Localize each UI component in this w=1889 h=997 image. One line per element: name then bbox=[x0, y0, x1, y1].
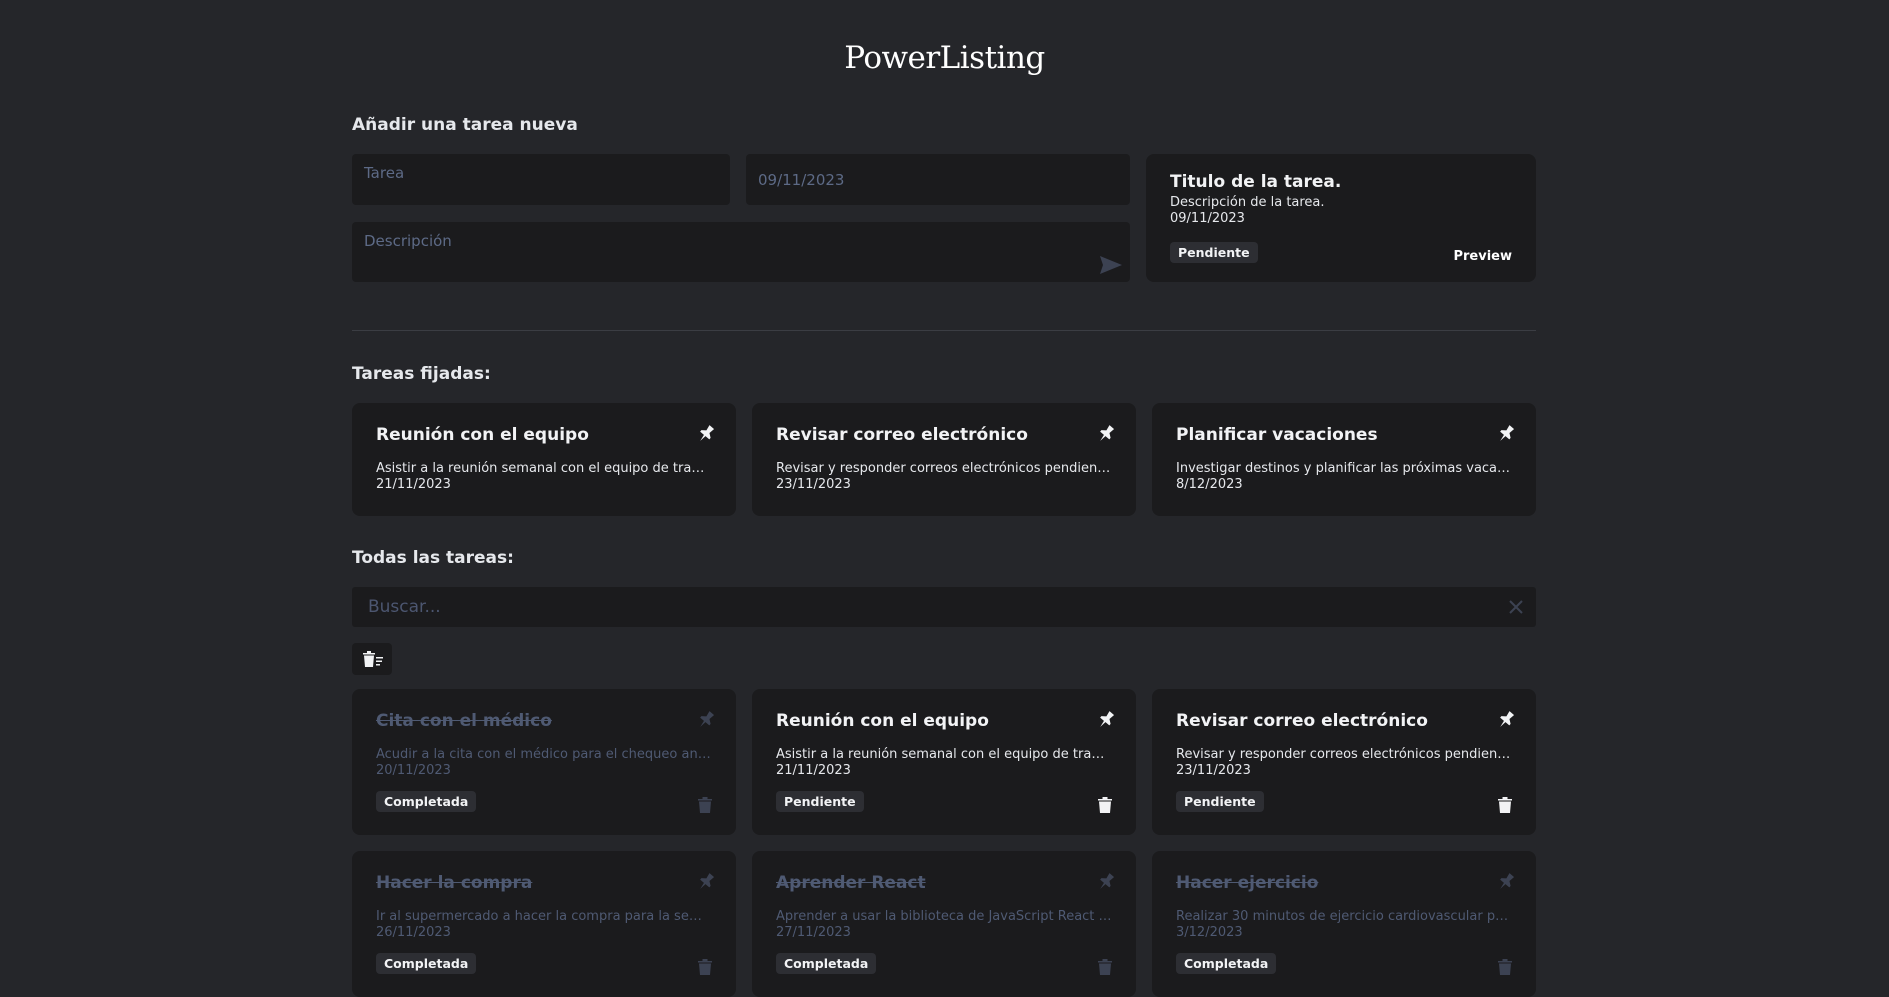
task-description-placeholder: Descripción bbox=[364, 232, 452, 250]
task-date: 27/11/2023 bbox=[776, 925, 851, 940]
trash-icon[interactable] bbox=[1098, 797, 1112, 813]
task-card[interactable]: Hacer ejercicio Realizar 30 minutos de e… bbox=[1152, 851, 1536, 997]
section-divider bbox=[352, 330, 1536, 331]
task-date-value: 09/11/2023 bbox=[758, 171, 845, 189]
status-badge[interactable]: Pendiente bbox=[776, 791, 864, 812]
status-badge[interactable]: Completada bbox=[776, 953, 877, 974]
trash-icon[interactable] bbox=[1498, 959, 1512, 975]
task-title: Revisar correo electrónico bbox=[1176, 711, 1428, 731]
task-card[interactable]: Cita con el médico Acudir a la cita con … bbox=[352, 689, 736, 835]
task-description: Ir al supermercado a hacer la compra par… bbox=[376, 909, 712, 924]
task-description: Investigar destinos y planificar las pró… bbox=[1176, 461, 1512, 476]
app-root: PowerListing Añadir una tarea nueva Tare… bbox=[0, 0, 1889, 997]
preview-status-badge: Pendiente bbox=[1170, 242, 1258, 263]
preview-label: Preview bbox=[1453, 249, 1512, 264]
search-input[interactable] bbox=[352, 587, 1536, 627]
task-title-input[interactable]: Tarea bbox=[352, 154, 730, 205]
task-description: Realizar 30 minutos de ejercicio cardiov… bbox=[1176, 909, 1512, 924]
task-card[interactable]: Reunión con el equipo Asistir a la reuni… bbox=[752, 689, 1136, 835]
task-date: 21/11/2023 bbox=[776, 763, 851, 778]
task-title: Hacer ejercicio bbox=[1176, 873, 1319, 893]
pin-icon[interactable] bbox=[698, 425, 715, 443]
pin-icon[interactable] bbox=[698, 711, 715, 729]
task-description: Acudir a la cita con el médico para el c… bbox=[376, 747, 712, 762]
task-title: Aprender React bbox=[776, 873, 926, 893]
preview-date: 09/11/2023 bbox=[1170, 211, 1245, 226]
task-title: Hacer la compra bbox=[376, 873, 533, 893]
task-date: 23/11/2023 bbox=[776, 477, 851, 492]
task-date: 21/11/2023 bbox=[376, 477, 451, 492]
task-title: Cita con el médico bbox=[376, 711, 552, 731]
task-date: 20/11/2023 bbox=[376, 763, 451, 778]
task-preview-card: Titulo de la tarea. Descripción de la ta… bbox=[1146, 154, 1536, 282]
task-card[interactable]: Aprender React Aprender a usar la biblio… bbox=[752, 851, 1136, 997]
status-badge[interactable]: Completada bbox=[1176, 953, 1277, 974]
pinned-task-card[interactable]: Planificar vacaciones Investigar destino… bbox=[1152, 403, 1536, 516]
pin-icon[interactable] bbox=[698, 873, 715, 891]
pin-icon[interactable] bbox=[1098, 873, 1115, 891]
pin-icon[interactable] bbox=[1498, 425, 1515, 443]
task-card[interactable]: Hacer la compra Ir al supermercado a hac… bbox=[352, 851, 736, 997]
task-date-input[interactable]: 09/11/2023 bbox=[746, 154, 1130, 205]
task-description: Revisar y responder correos electrónicos… bbox=[776, 461, 1112, 476]
task-date: 23/11/2023 bbox=[1176, 763, 1251, 778]
pinned-task-card[interactable]: Reunión con el equipo Asistir a la reuni… bbox=[352, 403, 736, 516]
pin-icon[interactable] bbox=[1098, 711, 1115, 729]
task-date: 8/12/2023 bbox=[1176, 477, 1243, 492]
new-task-heading: Añadir una tarea nueva bbox=[352, 115, 578, 135]
trash-icon[interactable] bbox=[1498, 797, 1512, 813]
pin-icon[interactable] bbox=[1498, 711, 1515, 729]
pinned-heading: Tareas fijadas: bbox=[352, 364, 491, 384]
search-bar bbox=[352, 587, 1536, 627]
task-title-placeholder: Tarea bbox=[364, 164, 405, 182]
trash-icon[interactable] bbox=[698, 959, 712, 975]
task-description: Asistir a la reunión semanal con el equi… bbox=[376, 461, 712, 476]
app-logo: PowerListing bbox=[844, 40, 1045, 76]
task-title: Reunión con el equipo bbox=[776, 711, 989, 731]
task-title: Reunión con el equipo bbox=[376, 425, 589, 445]
task-description-input[interactable]: Descripción bbox=[352, 222, 1130, 282]
trash-icon[interactable] bbox=[698, 797, 712, 813]
status-badge[interactable]: Pendiente bbox=[1176, 791, 1264, 812]
status-badge[interactable]: Completada bbox=[376, 791, 477, 812]
delete-completed-button[interactable] bbox=[352, 643, 392, 675]
task-description: Asistir a la reunión semanal con el equi… bbox=[776, 747, 1112, 762]
preview-title: Titulo de la tarea. bbox=[1170, 172, 1342, 192]
task-card[interactable]: Revisar correo electrónico Revisar y res… bbox=[1152, 689, 1536, 835]
task-date: 3/12/2023 bbox=[1176, 925, 1243, 940]
status-badge[interactable]: Completada bbox=[376, 953, 477, 974]
task-title: Revisar correo electrónico bbox=[776, 425, 1028, 445]
preview-description: Descripción de la tarea. bbox=[1170, 195, 1325, 210]
pin-icon[interactable] bbox=[1498, 873, 1515, 891]
trash-icon[interactable] bbox=[1098, 959, 1112, 975]
task-date: 26/11/2023 bbox=[376, 925, 451, 940]
all-tasks-heading: Todas las tareas: bbox=[352, 548, 514, 568]
pinned-task-card[interactable]: Revisar correo electrónico Revisar y res… bbox=[752, 403, 1136, 516]
close-icon[interactable] bbox=[1508, 599, 1524, 615]
task-description: Revisar y responder correos electrónicos… bbox=[1176, 747, 1512, 762]
task-description: Aprender a usar la biblioteca de JavaScr… bbox=[776, 909, 1112, 924]
pin-icon[interactable] bbox=[1098, 425, 1115, 443]
send-icon[interactable] bbox=[1100, 256, 1122, 274]
task-title: Planificar vacaciones bbox=[1176, 425, 1378, 445]
